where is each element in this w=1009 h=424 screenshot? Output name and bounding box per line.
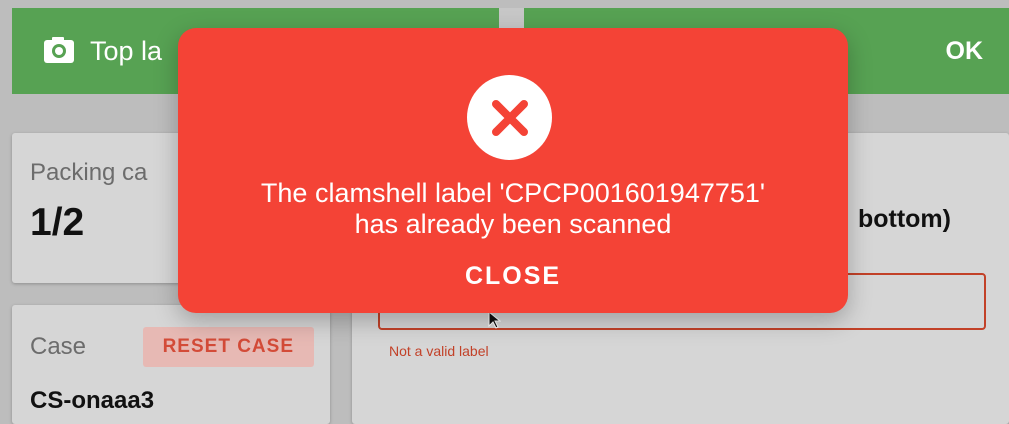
error-message-line-1: The clamshell label 'CPCP001601947751'	[260, 178, 766, 208]
error-x-icon	[467, 75, 552, 160]
case-title: Case	[30, 333, 87, 360]
case-id: CS-onaaa3	[30, 387, 155, 414]
reset-case-button[interactable]: RESET CASE	[142, 327, 314, 367]
close-dialog-button[interactable]: CLOSE	[453, 262, 573, 291]
case-header-row: Case RESET CASE	[30, 327, 314, 367]
scan-screen: Top la OK Packing ca 1/2 Case RESET CASE…	[0, 0, 1009, 424]
ok-status: OK	[945, 36, 984, 65]
case-card: Case RESET CASE CS-onaaa3	[12, 305, 330, 424]
bottom-label-title-fragment: bottom)	[857, 205, 951, 233]
camera-icon	[42, 34, 76, 68]
error-message: The clamshell label 'CPCP001601947751' h…	[178, 178, 848, 240]
top-label-title: Top la	[90, 35, 163, 66]
error-message-line-2: has already been scanned	[354, 209, 672, 239]
label-error-message: Not a valid label	[389, 343, 489, 359]
error-dialog: The clamshell label 'CPCP001601947751' h…	[178, 28, 848, 313]
mouse-cursor-icon	[488, 311, 501, 329]
